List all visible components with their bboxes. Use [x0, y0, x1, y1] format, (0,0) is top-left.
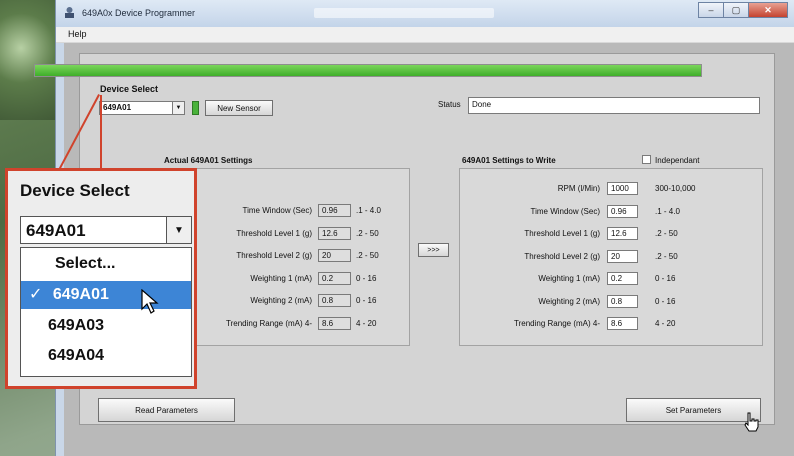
device-select-callout: Device Select 649A01 ▼ Select... ✓ 649A0…: [5, 168, 197, 389]
maximize-button[interactable]: ▢: [723, 2, 748, 18]
setting-range: .1 - 4.0: [655, 206, 680, 216]
device-select-value: 649A01: [103, 103, 132, 112]
status-label: Status: [438, 100, 461, 109]
setting-label: Weighting 2 (mA): [538, 296, 600, 306]
setting-value-readonly: 20: [318, 249, 351, 262]
setting-value-input[interactable]: 20: [607, 249, 638, 263]
read-parameters-button[interactable]: Read Parameters: [98, 398, 235, 422]
setting-label: RPM (l/Min): [557, 184, 600, 193]
independent-checkbox[interactable]: [642, 155, 651, 164]
setting-range: 0 - 16: [655, 274, 676, 283]
device-select-dropdown[interactable]: 649A01 ▼: [99, 101, 185, 115]
callout-title: Device Select: [20, 181, 130, 200]
setting-range: .2 - 50: [356, 251, 379, 260]
setting-value-readonly: 12.6: [318, 226, 351, 240]
close-button[interactable]: ✕: [748, 2, 788, 18]
setting-value-input[interactable]: 0.96: [607, 204, 638, 218]
setting-range: .2 - 50: [655, 251, 678, 261]
progress-fill: [35, 65, 701, 76]
setting-label: Trending Range (mA) 4-: [514, 319, 600, 328]
setting-range: 0 - 16: [356, 273, 377, 283]
device-dropdown-list: Select... ✓ 649A01 649A03 649A04: [20, 247, 192, 377]
set-parameters-button[interactable]: Set Parameters: [626, 398, 761, 422]
checkmark-icon: ✓: [29, 286, 43, 303]
callout-connector-line: [100, 95, 102, 170]
dropdown-option[interactable]: 649A03: [21, 312, 191, 340]
menu-bar: Help: [56, 27, 794, 43]
copy-settings-button[interactable]: >>>: [418, 243, 449, 257]
hand-cursor-icon: [744, 412, 759, 432]
setting-value-input[interactable]: 1000: [607, 182, 638, 195]
setting-value-readonly: 8.6: [318, 316, 351, 330]
setting-range: 4 - 20: [655, 319, 676, 328]
chevron-down-icon[interactable]: ▼: [166, 217, 191, 243]
independent-label: Independant: [655, 156, 700, 165]
callout-select-value: 649A01: [26, 221, 86, 240]
setting-value-input[interactable]: 8.6: [607, 317, 638, 330]
write-settings-heading: 649A01 Settings to Write: [462, 156, 556, 165]
setting-range: .2 - 50: [356, 228, 379, 238]
setting-label: Weighting 1 (mA): [538, 274, 600, 283]
app-icon: [65, 7, 74, 18]
device-select-label: Device Select: [100, 84, 159, 94]
setting-value-readonly: 0.8: [318, 294, 351, 307]
status-field: Done: [468, 97, 760, 114]
arrow-cursor-icon: [141, 289, 159, 314]
setting-value-readonly: 0.96: [318, 204, 351, 217]
title-bar: 649A0x Device Programmer – ▢ ✕: [56, 0, 794, 27]
setting-range: .2 - 50: [655, 229, 678, 238]
minimize-button[interactable]: –: [698, 2, 723, 18]
dropdown-option[interactable]: 649A04: [21, 342, 191, 370]
setting-range: 300-10,000: [655, 184, 696, 193]
window-title: 649A0x Device Programmer: [82, 8, 196, 18]
setting-value-input[interactable]: 0.2: [607, 272, 638, 285]
setting-range: 0 - 16: [655, 296, 676, 306]
setting-label: Threshold Level 1 (g): [524, 229, 600, 238]
chevron-down-icon[interactable]: ▼: [172, 102, 184, 114]
dropdown-option[interactable]: Select...: [21, 250, 191, 278]
menu-help[interactable]: Help: [68, 29, 87, 39]
setting-label: Threshold Level 2 (g): [524, 251, 600, 261]
new-sensor-button[interactable]: New Sensor: [205, 100, 273, 116]
status-led-icon: [192, 101, 199, 115]
setting-range: 4 - 20: [356, 318, 377, 328]
dropdown-option-selected[interactable]: ✓ 649A01: [21, 281, 191, 309]
setting-range: 0 - 16: [356, 296, 377, 305]
actual-settings-heading: Actual 649A01 Settings: [164, 156, 253, 165]
setting-value-input[interactable]: 12.6: [607, 227, 638, 240]
setting-value-readonly: 0.2: [318, 271, 351, 285]
progress-bar: [34, 64, 702, 77]
setting-value-input[interactable]: 0.8: [607, 294, 638, 308]
setting-range: .1 - 4.0: [356, 206, 381, 215]
setting-label: Time Window (Sec): [530, 206, 601, 216]
callout-device-select[interactable]: 649A01 ▼: [20, 216, 192, 244]
